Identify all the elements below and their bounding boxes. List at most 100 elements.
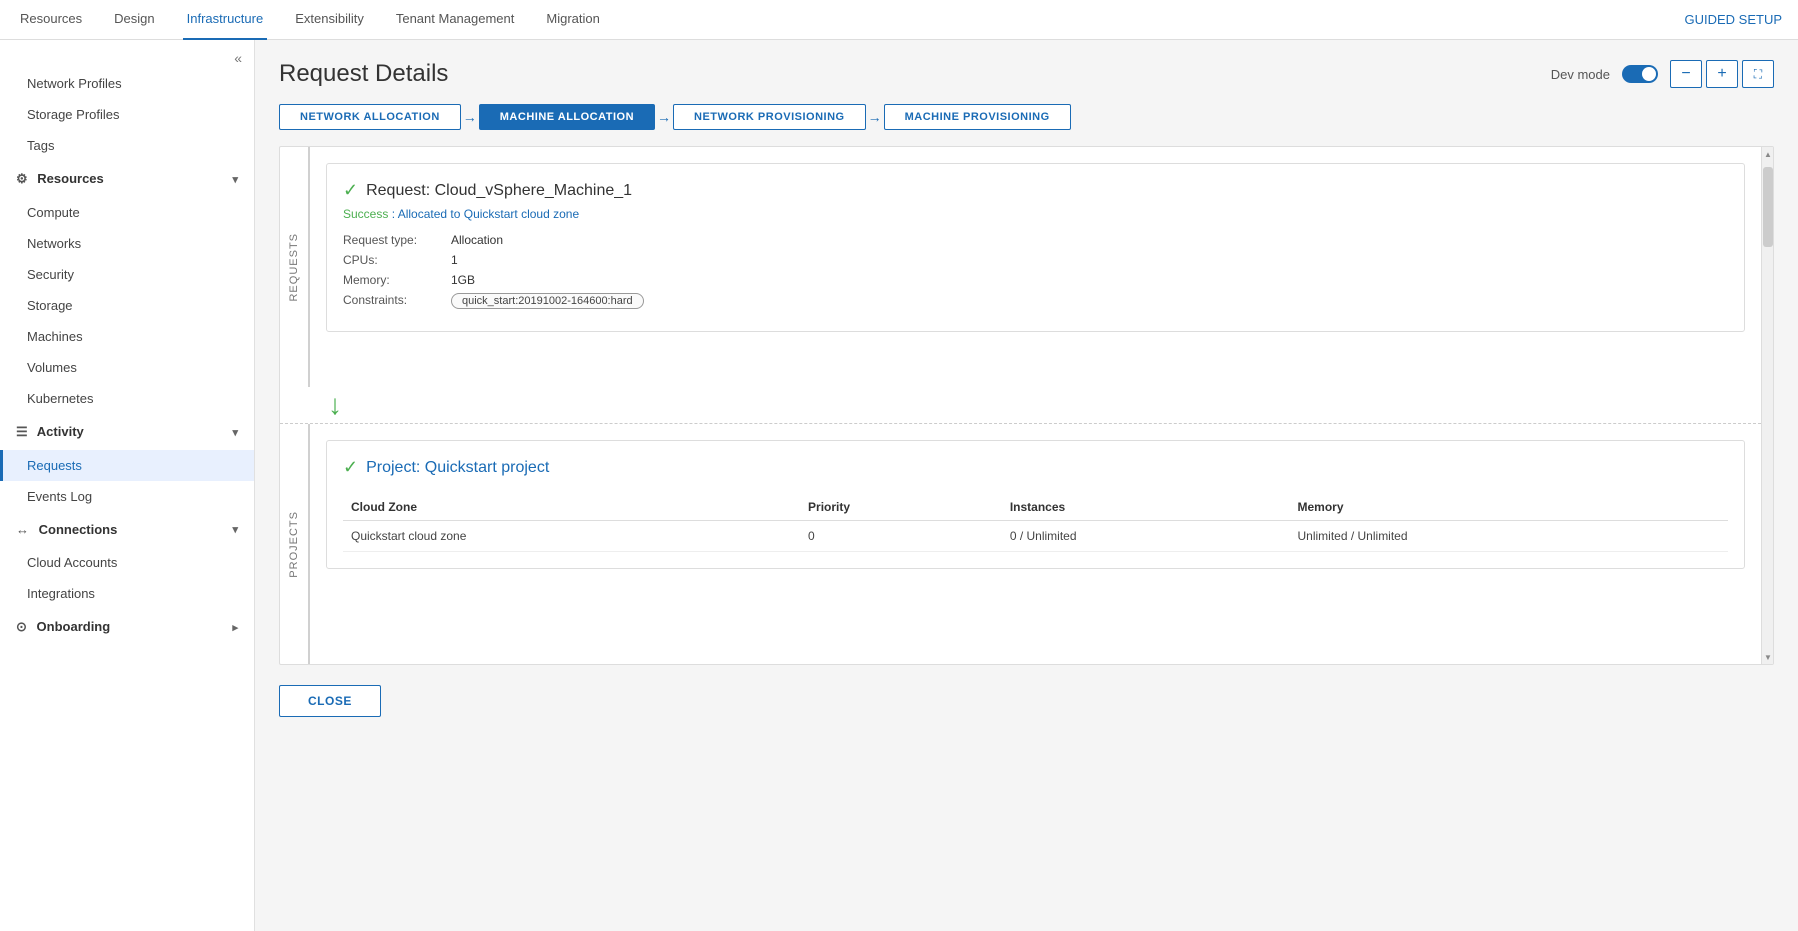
tab-machine-allocation[interactable]: MACHINE ALLOCATION: [479, 104, 655, 130]
breadcrumb-arrow-2: →: [657, 109, 671, 125]
sidebar-section-activity[interactable]: ☰ Activity ▾: [0, 414, 254, 450]
nav-extensibility[interactable]: Extensibility: [291, 0, 368, 40]
stage-label-requests: Requests: [280, 147, 310, 387]
cell-cloud-zone: Quickstart cloud zone: [343, 521, 800, 552]
panel-scroll-area[interactable]: Requests ✓ Request: Cloud_vSphere_Machin…: [280, 147, 1761, 664]
field-request-type: Request type: Allocation: [343, 233, 1728, 247]
sidebar-item-storage[interactable]: Storage: [0, 290, 254, 321]
sidebar-item-storage-profiles[interactable]: Storage Profiles: [0, 99, 254, 130]
main-content: Request Details Dev mode − + ⛶ NETWORK A…: [255, 40, 1798, 931]
card-header: ✓ Request: Cloud_vSphere_Machine_1: [343, 180, 1728, 201]
tab-machine-provisioning[interactable]: MACHINE PROVISIONING: [884, 104, 1071, 130]
sidebar-item-security[interactable]: Security: [0, 259, 254, 290]
sidebar-item-kubernetes[interactable]: Kubernetes: [0, 383, 254, 414]
nav-tenant-management[interactable]: Tenant Management: [392, 0, 519, 40]
breadcrumb-arrow-3: →: [868, 109, 882, 125]
sidebar-item-events-log[interactable]: Events Log: [0, 481, 254, 512]
chevron-down-icon: ▾: [232, 173, 238, 186]
col-instances: Instances: [1002, 494, 1290, 521]
col-priority: Priority: [800, 494, 1002, 521]
project-success-icon: ✓: [343, 457, 358, 478]
scrollbar-down-arrow[interactable]: ▼: [1762, 650, 1774, 664]
field-label-request-type: Request type:: [343, 233, 443, 247]
project-title[interactable]: Project: Quickstart project: [366, 459, 549, 477]
breadcrumb-tabs: NETWORK ALLOCATION → MACHINE ALLOCATION …: [279, 104, 1774, 130]
sidebar-item-tags[interactable]: Tags: [0, 130, 254, 161]
sidebar-section-onboarding-label: Onboarding: [37, 619, 111, 634]
zoom-controls: − + ⛶: [1670, 60, 1774, 88]
sidebar-section-connections-label: Connections: [39, 522, 118, 537]
page-title: Request Details: [279, 60, 448, 88]
connections-icon: ↔: [16, 522, 29, 537]
zoom-fit-button[interactable]: ⛶: [1742, 60, 1774, 88]
field-constraints: Constraints: quick_start:20191002-164600…: [343, 293, 1728, 309]
sidebar-section-resources[interactable]: ⚙ Resources ▾: [0, 161, 254, 197]
sidebar-item-compute[interactable]: Compute: [0, 197, 254, 228]
dev-mode-label: Dev mode: [1551, 67, 1610, 82]
constraint-tag: quick_start:20191002-164600:hard: [451, 293, 644, 309]
status-success-text: Success: [343, 207, 388, 221]
app-layout: « Network Profiles Storage Profiles Tags…: [0, 40, 1798, 931]
connector-arrow: ↓: [280, 387, 1761, 423]
success-icon: ✓: [343, 180, 358, 201]
chevron-right-icon-onboarding: ▸: [232, 621, 238, 634]
field-value-request-type: Allocation: [451, 233, 503, 247]
card-title: Request: Cloud_vSphere_Machine_1: [366, 182, 632, 200]
field-value-memory: 1GB: [451, 273, 475, 287]
tab-network-allocation[interactable]: NETWORK ALLOCATION: [279, 104, 461, 130]
sidebar-item-integrations[interactable]: Integrations: [0, 578, 254, 609]
scrollbar-up-arrow[interactable]: ▲: [1762, 147, 1774, 161]
dev-mode-toggle[interactable]: [1622, 65, 1658, 83]
projects-stage-body: ✓ Project: Quickstart project Cloud Zone…: [310, 424, 1761, 664]
projects-stage-row: Projects ✓ Project: Quickstart project: [280, 423, 1761, 664]
sidebar-item-machines[interactable]: Machines: [0, 321, 254, 352]
zoom-out-button[interactable]: −: [1670, 60, 1702, 88]
guided-setup-link[interactable]: GUIDED SETUP: [1684, 12, 1782, 27]
nav-resources[interactable]: Resources: [16, 0, 86, 40]
nav-design[interactable]: Design: [110, 0, 158, 40]
field-label-constraints: Constraints:: [343, 293, 443, 309]
status-detail-text: : Allocated to Quickstart cloud zone: [392, 207, 579, 221]
field-memory: Memory: 1GB: [343, 273, 1728, 287]
sidebar-item-networks[interactable]: Networks: [0, 228, 254, 259]
nav-migration[interactable]: Migration: [542, 0, 603, 40]
bottom-section: CLOSE: [279, 685, 1774, 717]
nav-infrastructure[interactable]: Infrastructure: [183, 0, 268, 40]
chevron-down-icon-connections: ▾: [232, 523, 238, 536]
zoom-in-button[interactable]: +: [1706, 60, 1738, 88]
sidebar-item-cloud-accounts[interactable]: Cloud Accounts: [0, 547, 254, 578]
sidebar-item-network-profiles[interactable]: Network Profiles: [0, 68, 254, 99]
cell-memory: Unlimited / Unlimited: [1290, 521, 1729, 552]
sidebar-item-requests[interactable]: Requests: [0, 450, 254, 481]
chevron-down-icon-activity: ▾: [232, 426, 238, 439]
field-label-cpus: CPUs:: [343, 253, 443, 267]
table-row: Quickstart cloud zone 0 0 / Unlimited Un…: [343, 521, 1728, 552]
card-subtitle: Success : Allocated to Quickstart cloud …: [343, 207, 1728, 221]
sidebar-item-volumes[interactable]: Volumes: [0, 352, 254, 383]
project-card: ✓ Project: Quickstart project Cloud Zone…: [326, 440, 1745, 569]
header-right: Dev mode − + ⛶: [1551, 60, 1774, 88]
stage-label-projects: Projects: [280, 424, 310, 664]
onboarding-icon: ⊙: [16, 619, 27, 634]
sidebar-collapse-button[interactable]: «: [230, 48, 246, 68]
request-card: ✓ Request: Cloud_vSphere_Machine_1 Succe…: [326, 163, 1745, 332]
toggle-knob: [1642, 67, 1656, 81]
activity-icon: ☰: [16, 424, 28, 439]
tab-network-provisioning[interactable]: NETWORK PROVISIONING: [673, 104, 866, 130]
sidebar-section-connections[interactable]: ↔ Connections ▾: [0, 512, 254, 547]
col-memory: Memory: [1290, 494, 1729, 521]
sidebar-section-onboarding[interactable]: ⊙ Onboarding ▸: [0, 609, 254, 645]
nav-items: Resources Design Infrastructure Extensib…: [16, 0, 604, 40]
scrollbar-thumb[interactable]: [1763, 167, 1773, 247]
close-button[interactable]: CLOSE: [279, 685, 381, 717]
requests-stage-row: Requests ✓ Request: Cloud_vSphere_Machin…: [280, 147, 1761, 387]
project-header: ✓ Project: Quickstart project: [343, 457, 1728, 478]
project-table: Cloud Zone Priority Instances Memory Qui…: [343, 494, 1728, 552]
panel-scrollbar[interactable]: ▲ ▼: [1761, 147, 1773, 664]
breadcrumb-arrow-1: →: [463, 109, 477, 125]
detail-panel: Requests ✓ Request: Cloud_vSphere_Machin…: [279, 146, 1774, 665]
cell-instances: 0 / Unlimited: [1002, 521, 1290, 552]
field-label-memory: Memory:: [343, 273, 443, 287]
sidebar: « Network Profiles Storage Profiles Tags…: [0, 40, 255, 931]
page-header: Request Details Dev mode − + ⛶: [279, 60, 1774, 88]
